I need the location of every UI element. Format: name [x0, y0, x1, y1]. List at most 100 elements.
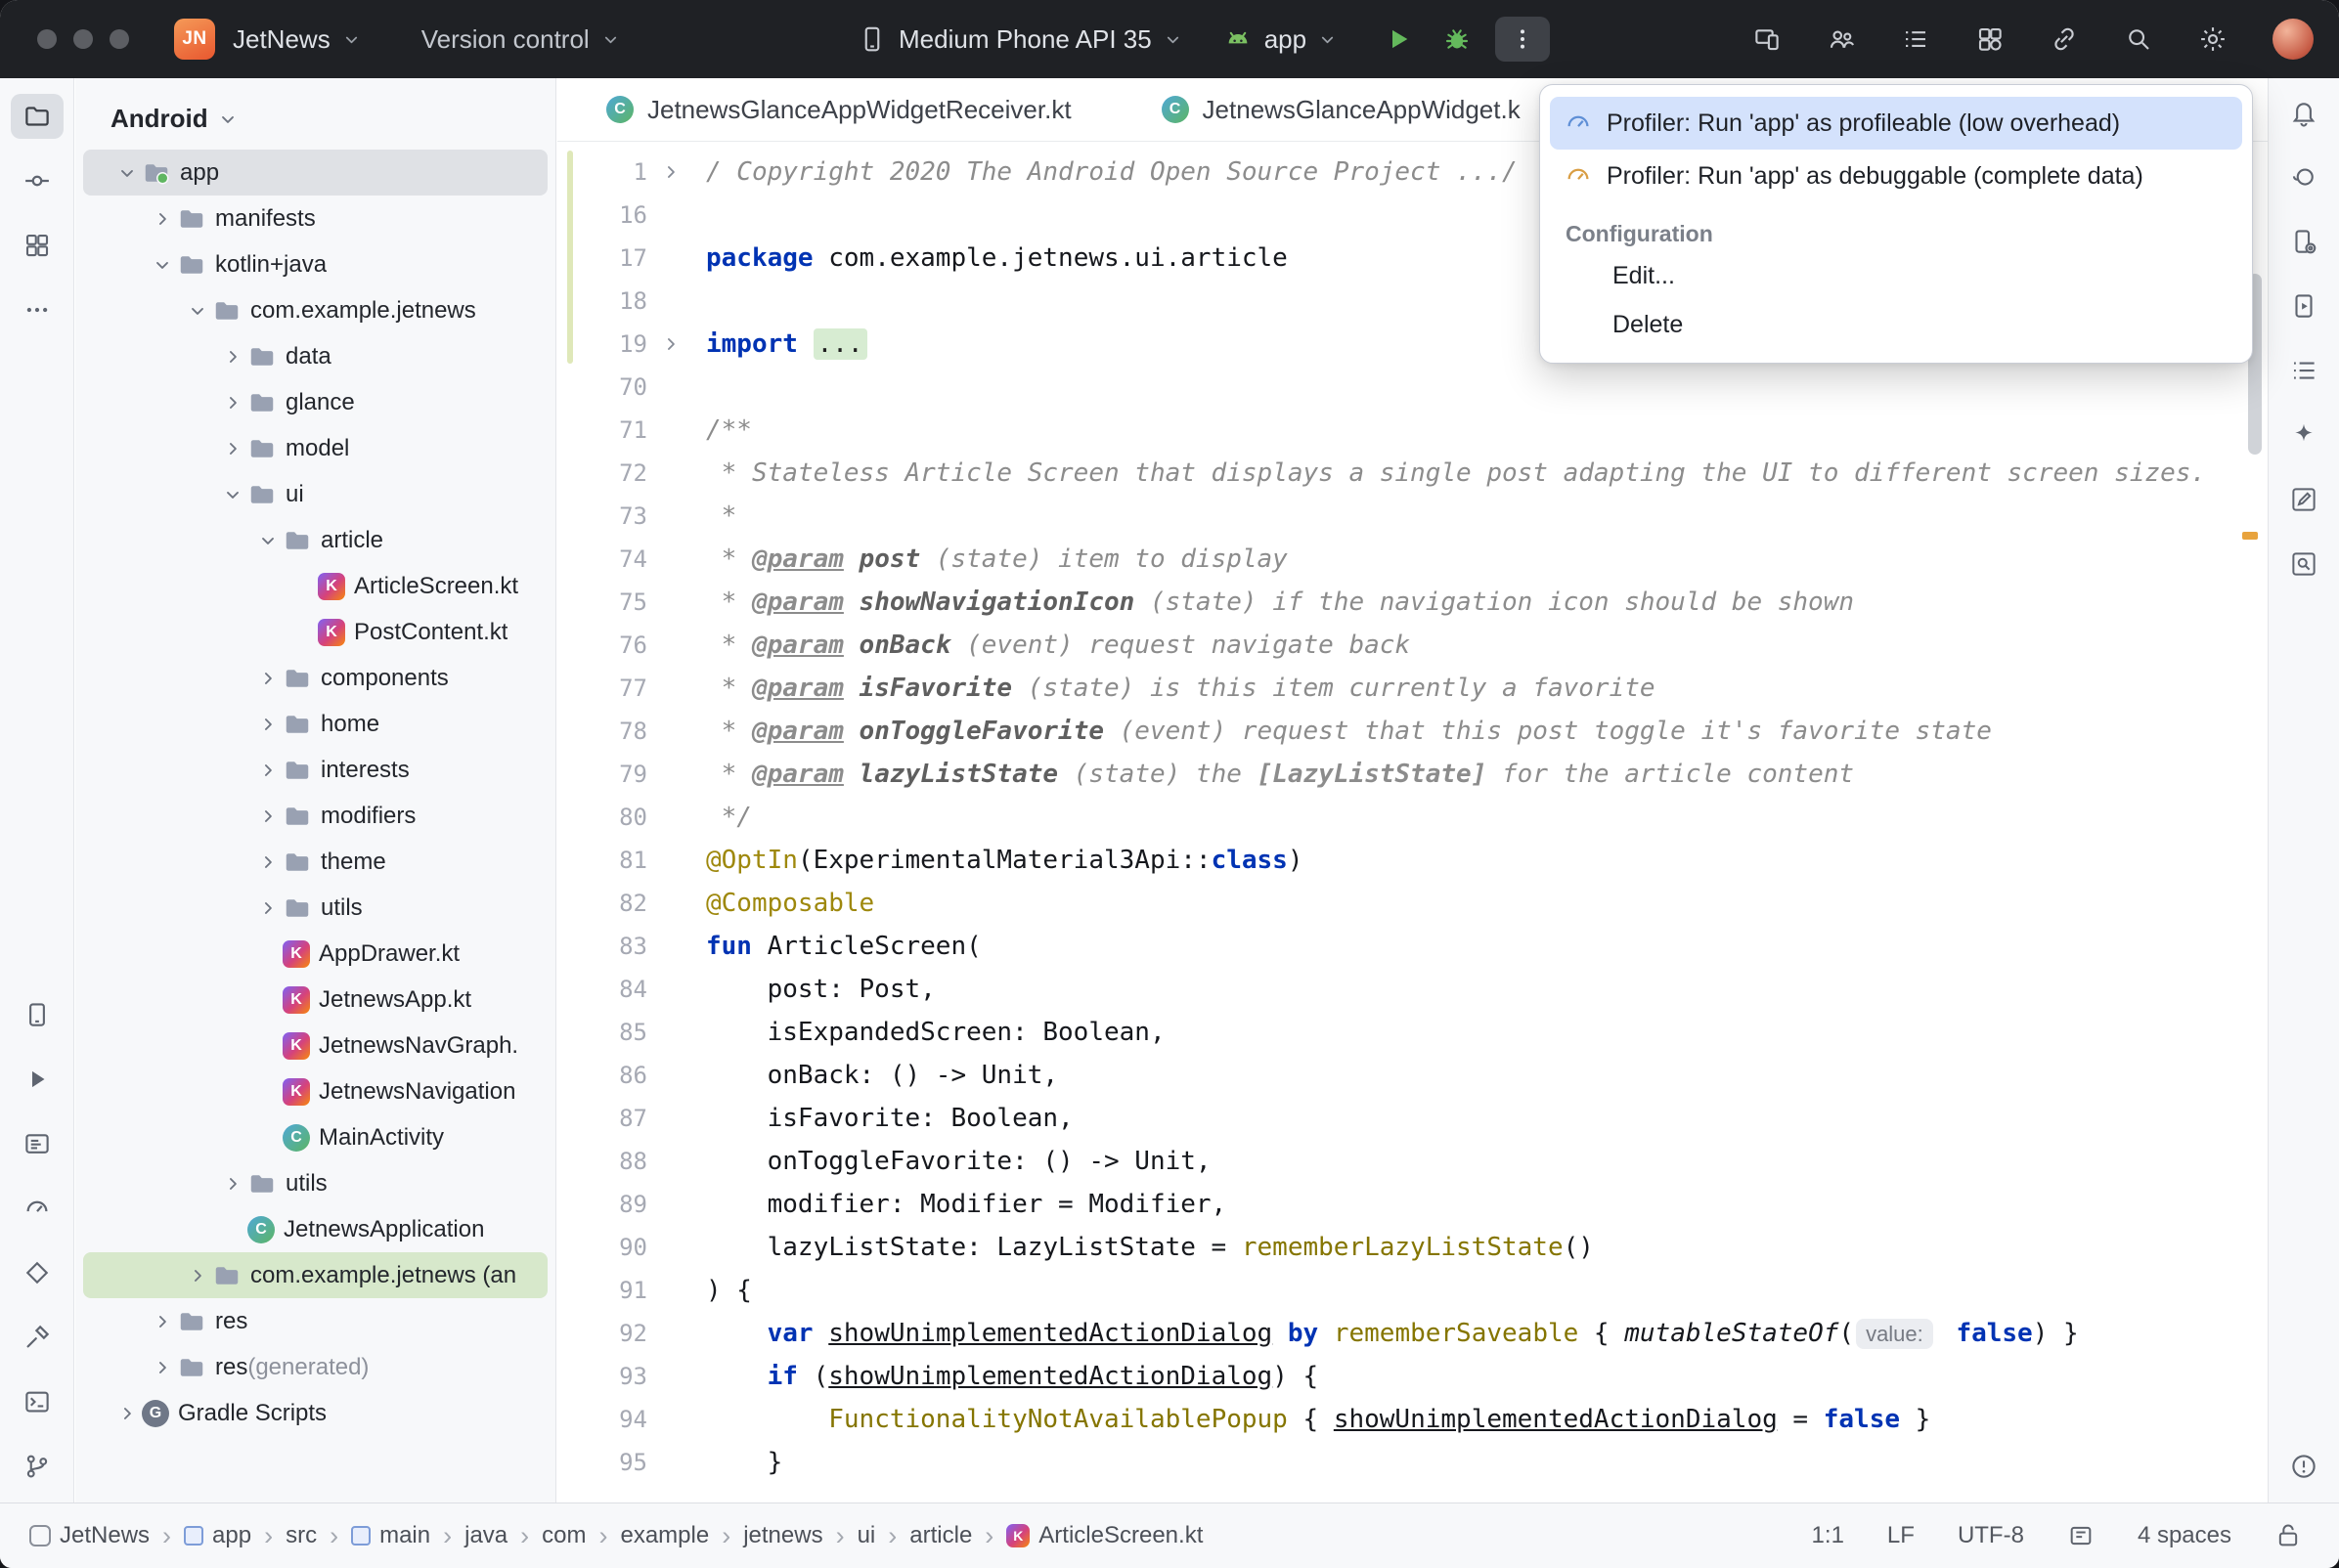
gradle-tool-button[interactable]	[2277, 154, 2330, 199]
chevron-right-icon[interactable]	[253, 897, 283, 919]
tree-item[interactable]: manifests	[83, 196, 548, 241]
search-icon[interactable]	[2124, 24, 2153, 54]
tree-item[interactable]: theme	[83, 839, 548, 885]
chevron-right-icon[interactable]	[148, 1357, 177, 1378]
line-number[interactable]: 78	[573, 710, 647, 753]
tree-item[interactable]: KPostContent.kt	[83, 609, 548, 655]
breadcrumb-item[interactable]: main	[351, 1522, 430, 1549]
code-line[interactable]: 80 */	[573, 796, 2268, 839]
chevron-right-icon[interactable]	[112, 1403, 142, 1424]
code-line[interactable]: 89 modifier: Modifier = Modifier,	[573, 1183, 2268, 1226]
popup-item[interactable]: Profiler: Run 'app' as debuggable (compl…	[1550, 150, 2242, 202]
fold-marker-icon[interactable]	[647, 323, 694, 366]
problems-tool-button[interactable]	[2277, 1444, 2330, 1489]
line-number[interactable]: 79	[573, 753, 647, 796]
line-number[interactable]: 85	[573, 1011, 647, 1054]
line-number[interactable]: 88	[573, 1140, 647, 1183]
more-actions-button[interactable]	[1495, 17, 1550, 62]
popup-action[interactable]: Edit...	[1550, 251, 2242, 300]
plugins-icon[interactable]	[1975, 24, 2005, 54]
chevron-down-icon[interactable]	[112, 162, 142, 184]
assistant-tool-button[interactable]	[2277, 413, 2330, 457]
tree-item[interactable]: home	[83, 701, 548, 747]
chevron-right-icon[interactable]	[148, 208, 177, 230]
line-number[interactable]: 16	[573, 194, 647, 237]
code-line[interactable]: 93 if (showUnimplementedActionDialog) {	[573, 1355, 2268, 1398]
profiler-tool-button[interactable]	[11, 1186, 64, 1231]
line-number[interactable]: 74	[573, 538, 647, 581]
link-icon[interactable]	[2050, 24, 2079, 54]
chevron-right-icon[interactable]	[253, 806, 283, 827]
structure-tool-button[interactable]	[2277, 348, 2330, 393]
logcat-tool-button[interactable]	[11, 1121, 64, 1166]
breadcrumb-item[interactable]: article	[909, 1522, 972, 1549]
fold-marker-icon[interactable]	[647, 151, 694, 194]
code-line[interactable]: 75 * @param showNavigationIcon (state) i…	[573, 581, 2268, 624]
tree-item[interactable]: res (generated)	[83, 1344, 548, 1390]
tree-item[interactable]: com.example.jetnews (an	[83, 1252, 548, 1298]
line-number[interactable]: 94	[573, 1398, 647, 1441]
line-number[interactable]: 76	[573, 624, 647, 667]
code-line[interactable]: 88 onToggleFavorite: () -> Unit,	[573, 1140, 2268, 1183]
file-encoding[interactable]: UTF-8	[1958, 1522, 2024, 1549]
chevron-right-icon[interactable]	[218, 392, 247, 414]
chevron-down-icon[interactable]	[183, 300, 212, 322]
line-number[interactable]: 83	[573, 925, 647, 968]
code-line[interactable]: 72 * Stateless Article Screen that displ…	[573, 452, 2268, 495]
chevron-right-icon[interactable]	[253, 760, 283, 781]
zoom-button[interactable]	[110, 29, 129, 49]
tree-item[interactable]: utils	[83, 885, 548, 931]
tree-item[interactable]: model	[83, 425, 548, 471]
tree-item[interactable]: ui	[83, 471, 548, 517]
code-line[interactable]: 73 *	[573, 495, 2268, 538]
device-explorer-tool-button[interactable]	[11, 992, 64, 1037]
tree-item[interactable]: GGradle Scripts	[83, 1390, 548, 1436]
tree-item[interactable]: KArticleScreen.kt	[83, 563, 548, 609]
code-line[interactable]: 92 var showUnimplementedActionDialog by …	[573, 1312, 2268, 1355]
run-tool-button[interactable]	[11, 1057, 64, 1102]
chevron-right-icon[interactable]	[218, 438, 247, 459]
line-number[interactable]: 81	[573, 839, 647, 882]
line-number[interactable]: 77	[573, 667, 647, 710]
run-config-selector[interactable]: app	[1223, 24, 1337, 55]
code-line[interactable]: 90 lazyListState: LazyListState = rememb…	[573, 1226, 2268, 1269]
breadcrumb-item[interactable]: example	[620, 1522, 709, 1549]
user-avatar[interactable]	[2273, 19, 2314, 60]
code-line[interactable]: 95 }	[573, 1441, 2268, 1484]
tree-item[interactable]: res	[83, 1298, 548, 1344]
device-streaming-icon[interactable]	[1752, 24, 1782, 54]
code-line[interactable]: 82@Composable	[573, 882, 2268, 925]
find-tool-button[interactable]	[2277, 542, 2330, 587]
chevron-right-icon[interactable]	[253, 668, 283, 689]
vcs-menu-button[interactable]: Version control	[421, 24, 620, 55]
line-number[interactable]: 91	[573, 1269, 647, 1312]
line-number[interactable]: 72	[573, 452, 647, 495]
tree-item[interactable]: interests	[83, 747, 548, 793]
tree-item[interactable]: kotlin+java	[83, 241, 548, 287]
tree-item[interactable]: KJetnewsNavGraph.	[83, 1023, 548, 1068]
tree-item[interactable]: components	[83, 655, 548, 701]
line-number[interactable]: 92	[573, 1312, 647, 1355]
tree-item[interactable]: KJetnewsNavigation	[83, 1068, 548, 1114]
tree-item[interactable]: KAppDrawer.kt	[83, 931, 548, 977]
line-number[interactable]: 84	[573, 968, 647, 1011]
chevron-right-icon[interactable]	[218, 1173, 247, 1195]
breadcrumb-item[interactable]: app	[184, 1522, 251, 1549]
code-line[interactable]: 71/**	[573, 409, 2268, 452]
breadcrumb-item[interactable]: ui	[858, 1522, 876, 1549]
build-tool-button[interactable]	[11, 1315, 64, 1360]
tree-item[interactable]: glance	[83, 379, 548, 425]
editor-tab[interactable]: CJetnewsGlanceAppWidgetReceiver.kt	[606, 95, 1072, 125]
line-separator[interactable]: LF	[1887, 1522, 1915, 1549]
minimize-button[interactable]	[73, 29, 93, 49]
running-devices-tool-button[interactable]	[2277, 283, 2330, 328]
tree-item[interactable]: utils	[83, 1160, 548, 1206]
code-line[interactable]: 81@OptIn(ExperimentalMaterial3Api::class…	[573, 839, 2268, 882]
line-number[interactable]: 89	[573, 1183, 647, 1226]
terminal-tool-button[interactable]	[11, 1379, 64, 1424]
line-number[interactable]: 71	[573, 409, 647, 452]
code-line[interactable]: 77 * @param isFavorite (state) is this i…	[573, 667, 2268, 710]
line-number[interactable]: 82	[573, 882, 647, 925]
chevron-right-icon[interactable]	[253, 851, 283, 873]
line-number[interactable]: 95	[573, 1441, 647, 1484]
